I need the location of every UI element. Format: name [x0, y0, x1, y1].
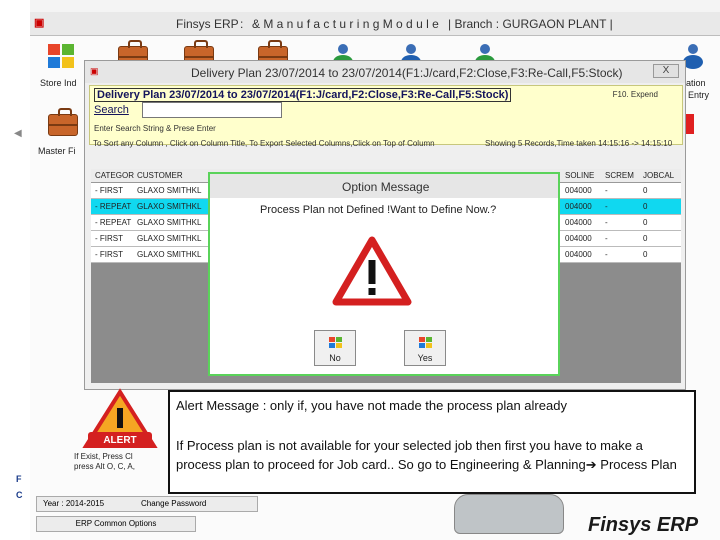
app-title-sep: :: [240, 17, 244, 31]
table-cell: 0: [643, 186, 648, 195]
table-cell: 0: [643, 234, 648, 243]
table-cell: 0: [643, 202, 648, 211]
no-button-label: No: [329, 353, 341, 363]
warning-icon: [332, 236, 412, 306]
app-title-module: & M a n u f a c t u r i n g M o d u l e: [252, 17, 439, 31]
sort-hint: To Sort any Column , Click on Column Tit…: [93, 139, 435, 148]
table-cell: GLAXO SMITHKL: [137, 234, 202, 243]
master-fi-label: Master Fi: [38, 146, 76, 156]
app-title-branch: | Branch : GURGAON PLANT |: [448, 17, 613, 31]
side-hint-text: If Exist, Press Cl press Alt O, C, A,: [74, 452, 170, 472]
delivery-plan-title: Delivery Plan 23/07/2014 to 23/07/2014(F…: [191, 66, 623, 80]
records-hint: Showing 5 Records,Time taken 14:15:16 ->…: [485, 139, 673, 148]
table-cell: 004000: [565, 250, 592, 259]
alert-badge-icon: ALERT: [82, 388, 158, 448]
erp-common-options-button[interactable]: ERP Common Options: [36, 516, 196, 532]
callout-line2-prefix: If Process plan is not available for you…: [176, 438, 643, 472]
table-cell: -: [605, 234, 608, 243]
table-cell: -: [605, 250, 608, 259]
delivery-plan-titlebar: ▣ Delivery Plan 23/07/2014 to 23/07/2014…: [85, 61, 685, 83]
app-titlebar: ▣ Finsys ERP : & M a n u f a c t u r i n…: [30, 12, 720, 36]
table-cell: 004000: [565, 186, 592, 195]
master-briefcase-icon[interactable]: [42, 106, 82, 146]
app-logo-icon: ▣: [34, 17, 45, 29]
year-bar: Year : 2014-2015 Change Password: [36, 496, 258, 512]
left-margin: [0, 0, 30, 540]
grid-column-header[interactable]: SOLINE: [565, 171, 603, 180]
table-cell: 0: [643, 218, 648, 227]
table-cell: 004000: [565, 234, 592, 243]
windows-flag-icon: [329, 337, 342, 348]
option-message-text: Process Plan not Defined !Want to Define…: [260, 204, 497, 216]
left-tag-f: F: [16, 474, 22, 484]
f10-expand-hint: F10. Expend: [612, 90, 658, 99]
alert-badge-text: ALERT: [103, 435, 136, 446]
brand-logo-text: Finsys ERP: [588, 514, 699, 536]
grid-column-header[interactable]: CUSTOMER: [137, 171, 207, 180]
search-label: Search: [94, 104, 129, 116]
option-message-titlebar: Option Message: [210, 174, 558, 198]
app-window: ◀ ▣ Finsys ERP : & M a n u f a c t u r i…: [0, 0, 720, 540]
delivery-plan-header-panel: Delivery Plan 23/07/2014 to 23/07/2014(F…: [89, 85, 683, 145]
search-hint: Enter Search String & Prese Enter: [94, 124, 216, 133]
side-hint-line1: If Exist, Press Cl: [74, 452, 133, 461]
search-input[interactable]: [142, 102, 282, 118]
no-button[interactable]: No: [314, 330, 356, 366]
scroll-left-arrow-icon[interactable]: ◀: [14, 128, 22, 139]
table-cell: - REPEAT: [95, 202, 132, 211]
table-cell: 004000: [565, 202, 592, 211]
option-message-title: Option Message: [342, 180, 430, 194]
grid-column-header[interactable]: CATEGOR: [95, 171, 135, 180]
table-cell: -: [605, 218, 608, 227]
option-message-dialog: Option Message Process Plan not Defined …: [208, 172, 560, 376]
yes-button[interactable]: Yes: [404, 330, 446, 366]
app-title-name: Finsys ERP: [176, 17, 239, 31]
grid-column-header[interactable]: SCREM: [605, 171, 641, 180]
arrow-right-icon: ➔: [585, 457, 597, 472]
table-cell: GLAXO SMITHKL: [137, 218, 202, 227]
close-button[interactable]: X: [653, 64, 679, 78]
change-password-button[interactable]: Change Password: [141, 499, 206, 508]
table-cell: 004000: [565, 218, 592, 227]
callout-line1: Alert Message : only if, you have not ma…: [176, 398, 567, 413]
windows-flag-icon: [48, 44, 76, 70]
callout-line2-suffix: Process Plan: [596, 457, 677, 472]
delivery-plan-heading: Delivery Plan 23/07/2014 to 23/07/2014(F…: [94, 88, 512, 102]
table-cell: - FIRST: [95, 234, 123, 243]
window-system-icon[interactable]: ▣: [90, 66, 100, 76]
left-tag-c: C: [16, 490, 23, 500]
yes-button-label: Yes: [417, 353, 433, 363]
right-label-top: ation: [686, 78, 706, 88]
windows-flag-icon: [419, 337, 432, 348]
table-cell: -: [605, 202, 608, 211]
annotation-callout: Alert Message : only if, you have not ma…: [168, 390, 696, 494]
right-label-bottom: Entry: [688, 90, 710, 100]
callout-line2: If Process plan is not available for you…: [176, 436, 690, 474]
store-ind-label: Store Ind: [40, 78, 77, 88]
financial-year: Year : 2014-2015: [43, 499, 105, 508]
table-cell: - FIRST: [95, 250, 123, 259]
table-cell: - REPEAT: [95, 218, 132, 227]
store-ind-icon[interactable]: [42, 38, 82, 78]
side-hint-line2: press Alt O, C, A,: [74, 462, 135, 471]
table-cell: GLAXO SMITHKL: [137, 202, 202, 211]
table-cell: -: [605, 186, 608, 195]
table-cell: 0: [643, 250, 648, 259]
grid-column-header[interactable]: JOBCAL: [643, 171, 679, 180]
table-cell: GLAXO SMITHKL: [137, 250, 202, 259]
table-cell: - FIRST: [95, 186, 123, 195]
handheld-device-image: [454, 494, 564, 534]
table-cell: GLAXO SMITHKL: [137, 186, 202, 195]
